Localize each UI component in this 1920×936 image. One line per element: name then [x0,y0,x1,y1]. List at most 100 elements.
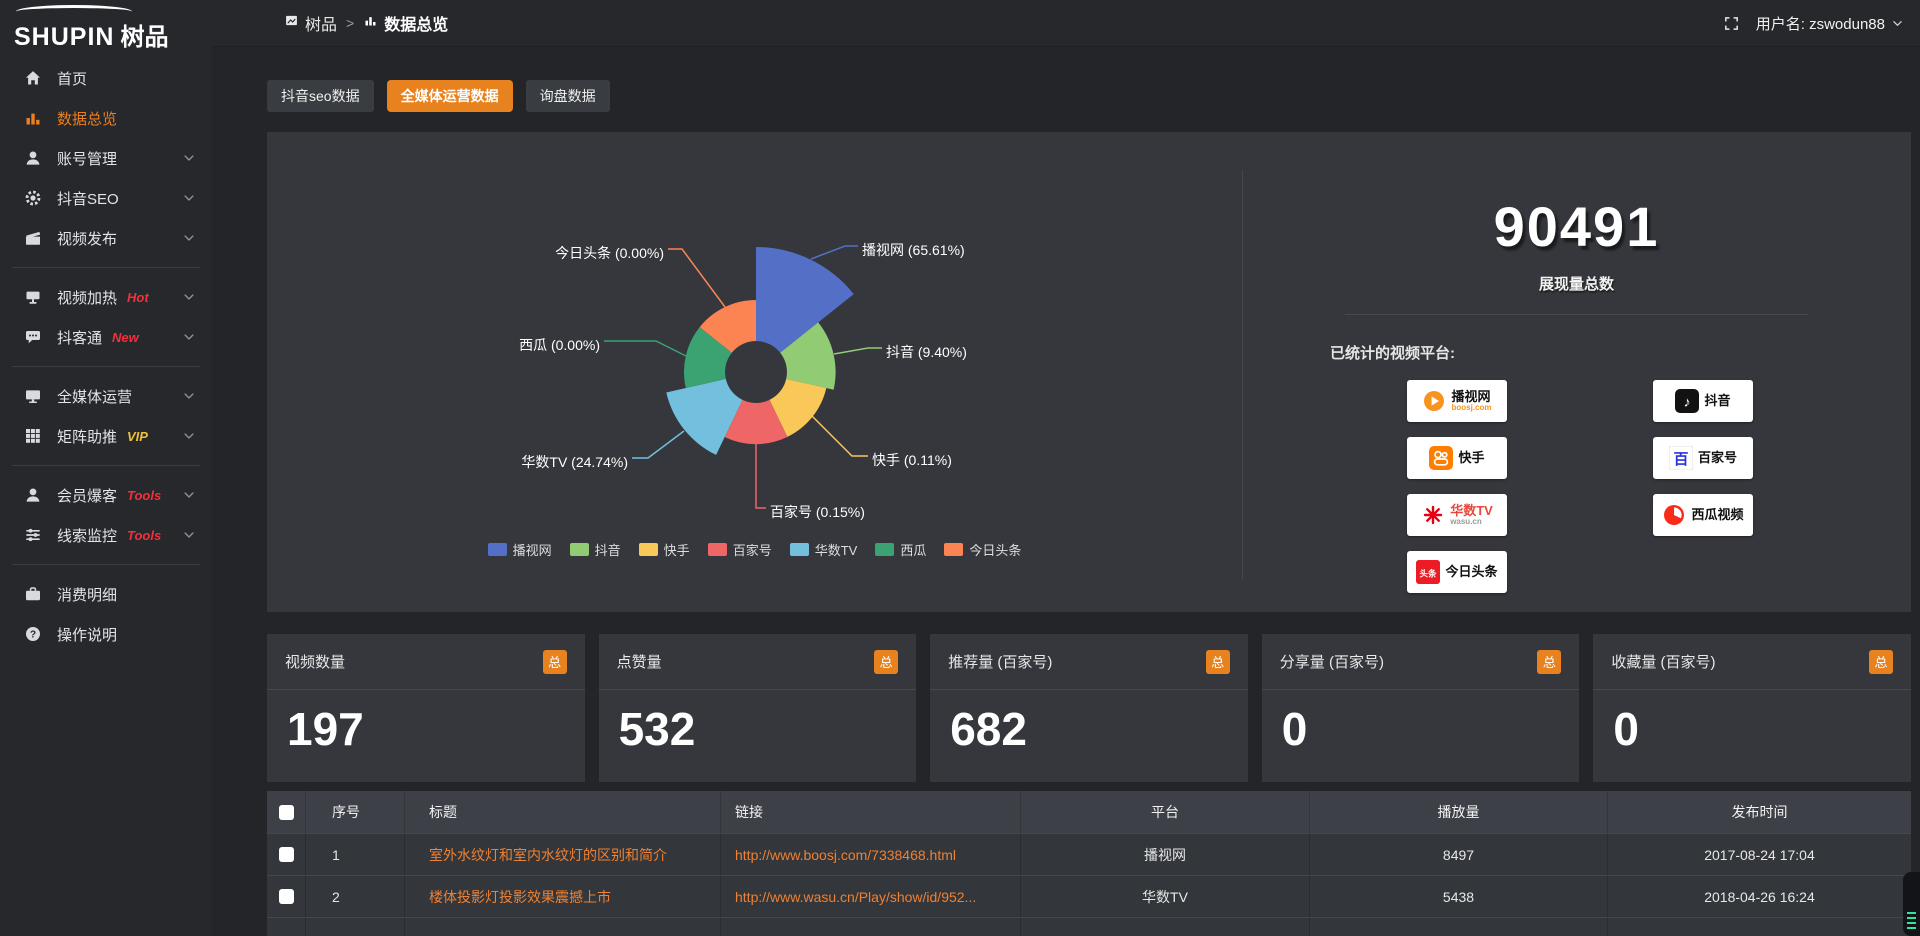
legend-label: 播视网 [513,540,552,559]
cell-url-link[interactable]: http://www.boosj.com/7338468.html [735,847,956,863]
platforms-block: 已统计的视频平台: 播视网boosj.com♪抖音快手百百家号华数TVwasu.… [1330,342,1753,593]
platforms-grid: 播视网boosj.com♪抖音快手百百家号华数TVwasu.cn西瓜视频头条今日… [1407,380,1753,593]
stat-card-value: 0 [1593,690,1911,756]
cell-platform: 华数TV [1021,876,1310,917]
question-icon: ? [24,625,42,643]
breadcrumb: 树品 > 数据总览 [212,11,448,35]
platform-badge-wasu: 华数TVwasu.cn [1407,494,1507,536]
breadcrumb-label: 树品 [305,11,337,35]
clapper-icon [24,229,42,247]
sidebar-divider [12,366,200,367]
tab-media-operation-data[interactable]: 全媒体运营数据 [387,80,513,112]
total-impressions-value: 90491 [1494,194,1660,259]
platform-badge-xigua: 西瓜视频 [1653,494,1753,536]
pie-label: 百家号 (0.15%) [770,504,865,520]
monitor-icon [24,387,42,405]
sidebar-item-matrix-boost[interactable]: 矩阵助推VIP [0,416,212,456]
user-menu[interactable]: 用户名: zswodun88 [1756,13,1904,34]
row-checkbox[interactable] [279,847,294,862]
legend-item[interactable]: 西瓜 [875,540,926,559]
pie-slice-4[interactable] [666,379,742,455]
sidebar-item-member-baoke[interactable]: 会员爆客Tools [0,475,212,515]
legend-swatch [570,543,589,556]
sidebar-item-label: 视频加热 [57,287,117,308]
select-all-checkbox[interactable] [279,805,294,820]
sidebar-divider [12,564,200,565]
row-checkbox[interactable] [279,889,294,904]
chevron-down-icon [182,488,196,502]
legend-swatch [790,543,809,556]
sidebar-item-video-heating[interactable]: 视频加热Hot [0,277,212,317]
breadcrumb-item-data-overview[interactable]: 数据总览 [363,11,448,35]
legend-item[interactable]: 抖音 [570,540,621,559]
stat-card-favorite-count: 收藏量 (百家号)总0 [1593,634,1911,782]
screen-icon [24,288,42,306]
legend-item[interactable]: 百家号 [708,540,772,559]
overview-divider [1345,314,1808,315]
sidebar-item-badge: VIP [127,429,148,444]
stat-card-title: 推荐量 (百家号) [948,651,1052,672]
sidebar-item-label: 视频发布 [57,228,117,249]
sidebar-item-consume-detail[interactable]: 消费明细 [0,574,212,614]
sidebar: SHUPIN 树品 首页数据总览账号管理抖音SEO 视频发布视频加热Hot抖客通N… [0,0,212,936]
sidebar-item-douketong[interactable]: 抖客通New [0,317,212,357]
stat-card-like-count: 点赞量总532 [599,634,917,782]
topbar: 树品 > 数据总览 用户名: zswodun88 [212,0,1920,47]
sidebar-menu: 首页数据总览账号管理抖音SEO 视频发布视频加热Hot抖客通New 全媒体运营矩阵助… [0,50,212,654]
legend-item[interactable]: 华数TV [790,540,858,559]
pie-label-line [811,246,858,259]
stat-card-video-count: 视频数量总197 [267,634,585,782]
sidebar-item-media-operation[interactable]: 全媒体运营 [0,376,212,416]
platform-subtext: boosj.com [1451,404,1491,412]
cell-time: 2017-08-24 17:04 [1608,834,1911,875]
platform-name: 西瓜视频 [1691,508,1743,522]
svg-text:头条: 头条 [1420,568,1438,578]
breadcrumb-item-shupin[interactable]: 树品 [284,11,337,35]
logo-arc-decoration [16,5,132,18]
member-icon [24,486,42,504]
stat-card-value: 197 [267,690,585,756]
sidebar-item-account-manage[interactable]: 账号管理 [0,138,212,178]
legend-label: 西瓜 [900,540,926,559]
column-header: 平台 [1021,791,1310,833]
sidebar-item-home[interactable]: 首页 [0,58,212,98]
stat-card-value: 532 [599,690,917,756]
legend-item[interactable]: 播视网 [488,540,552,559]
column-header: 标题 [405,791,721,833]
fullscreen-icon [1723,15,1740,32]
pie-chart: 播视网 (65.61%)抖音 (9.40%)快手 (0.11%)百家号 (0.1… [267,132,1242,612]
sidebar-item-operation-guide[interactable]: ?操作说明 [0,614,212,654]
chart-icon [363,13,378,28]
videos-table: 序号标题链接平台播放量发布时间 1室外水纹灯和室内水纹灯的区别和简介http:/… [267,791,1911,936]
legend-item[interactable]: 快手 [639,540,690,559]
cell-url-link[interactable]: http://www.wasu.cn/Play/show/id/952... [735,889,976,905]
logo-cn-text: 树品 [120,26,168,50]
sidebar-item-video-publish[interactable]: 视频发布 [0,218,212,258]
legend-swatch [708,543,727,556]
stat-card-recommend-count: 推荐量 (百家号)总682 [930,634,1248,782]
tab-inquiry-data[interactable]: 询盘数据 [526,80,610,112]
floating-widget[interactable] [1903,872,1920,936]
sidebar-item-clue-monitor[interactable]: 线索监控Tools [0,515,212,555]
legend-item[interactable]: 今日头条 [944,540,1021,559]
legend-label: 百家号 [733,540,772,559]
sidebar-divider [12,267,200,268]
brand-logo[interactable]: SHUPIN 树品 [0,0,212,50]
tab-douyin-seo-data[interactable]: 抖音seo数据 [267,80,374,112]
cell-no: 2 [306,876,405,917]
sidebar-item-douyin-seo[interactable]: 抖音SEO [0,178,212,218]
cell-platform: 播视网 [1021,834,1310,875]
fullscreen-icon[interactable] [1723,15,1740,32]
sidebar-item-label: 消费明细 [57,584,117,605]
sidebar-divider [12,465,200,466]
cell-title-link[interactable]: 楼体投影灯投影效果震撼上市 [429,887,611,907]
stat-card-value: 682 [930,690,1248,756]
sidebar-item-label: 会员爆客 [57,485,117,506]
cell-title-link[interactable]: 室外水纹灯和室内水纹灯的区别和简介 [429,845,667,865]
sidebar-item-data-overview[interactable]: 数据总览 [0,98,212,138]
sidebar-item-label: 全媒体运营 [57,386,132,407]
sidebar-item-badge: New [112,330,139,345]
platform-name: 快手 [1458,451,1484,465]
boosj-logo-icon [1422,389,1446,413]
platform-name: 播视网 [1451,390,1491,404]
